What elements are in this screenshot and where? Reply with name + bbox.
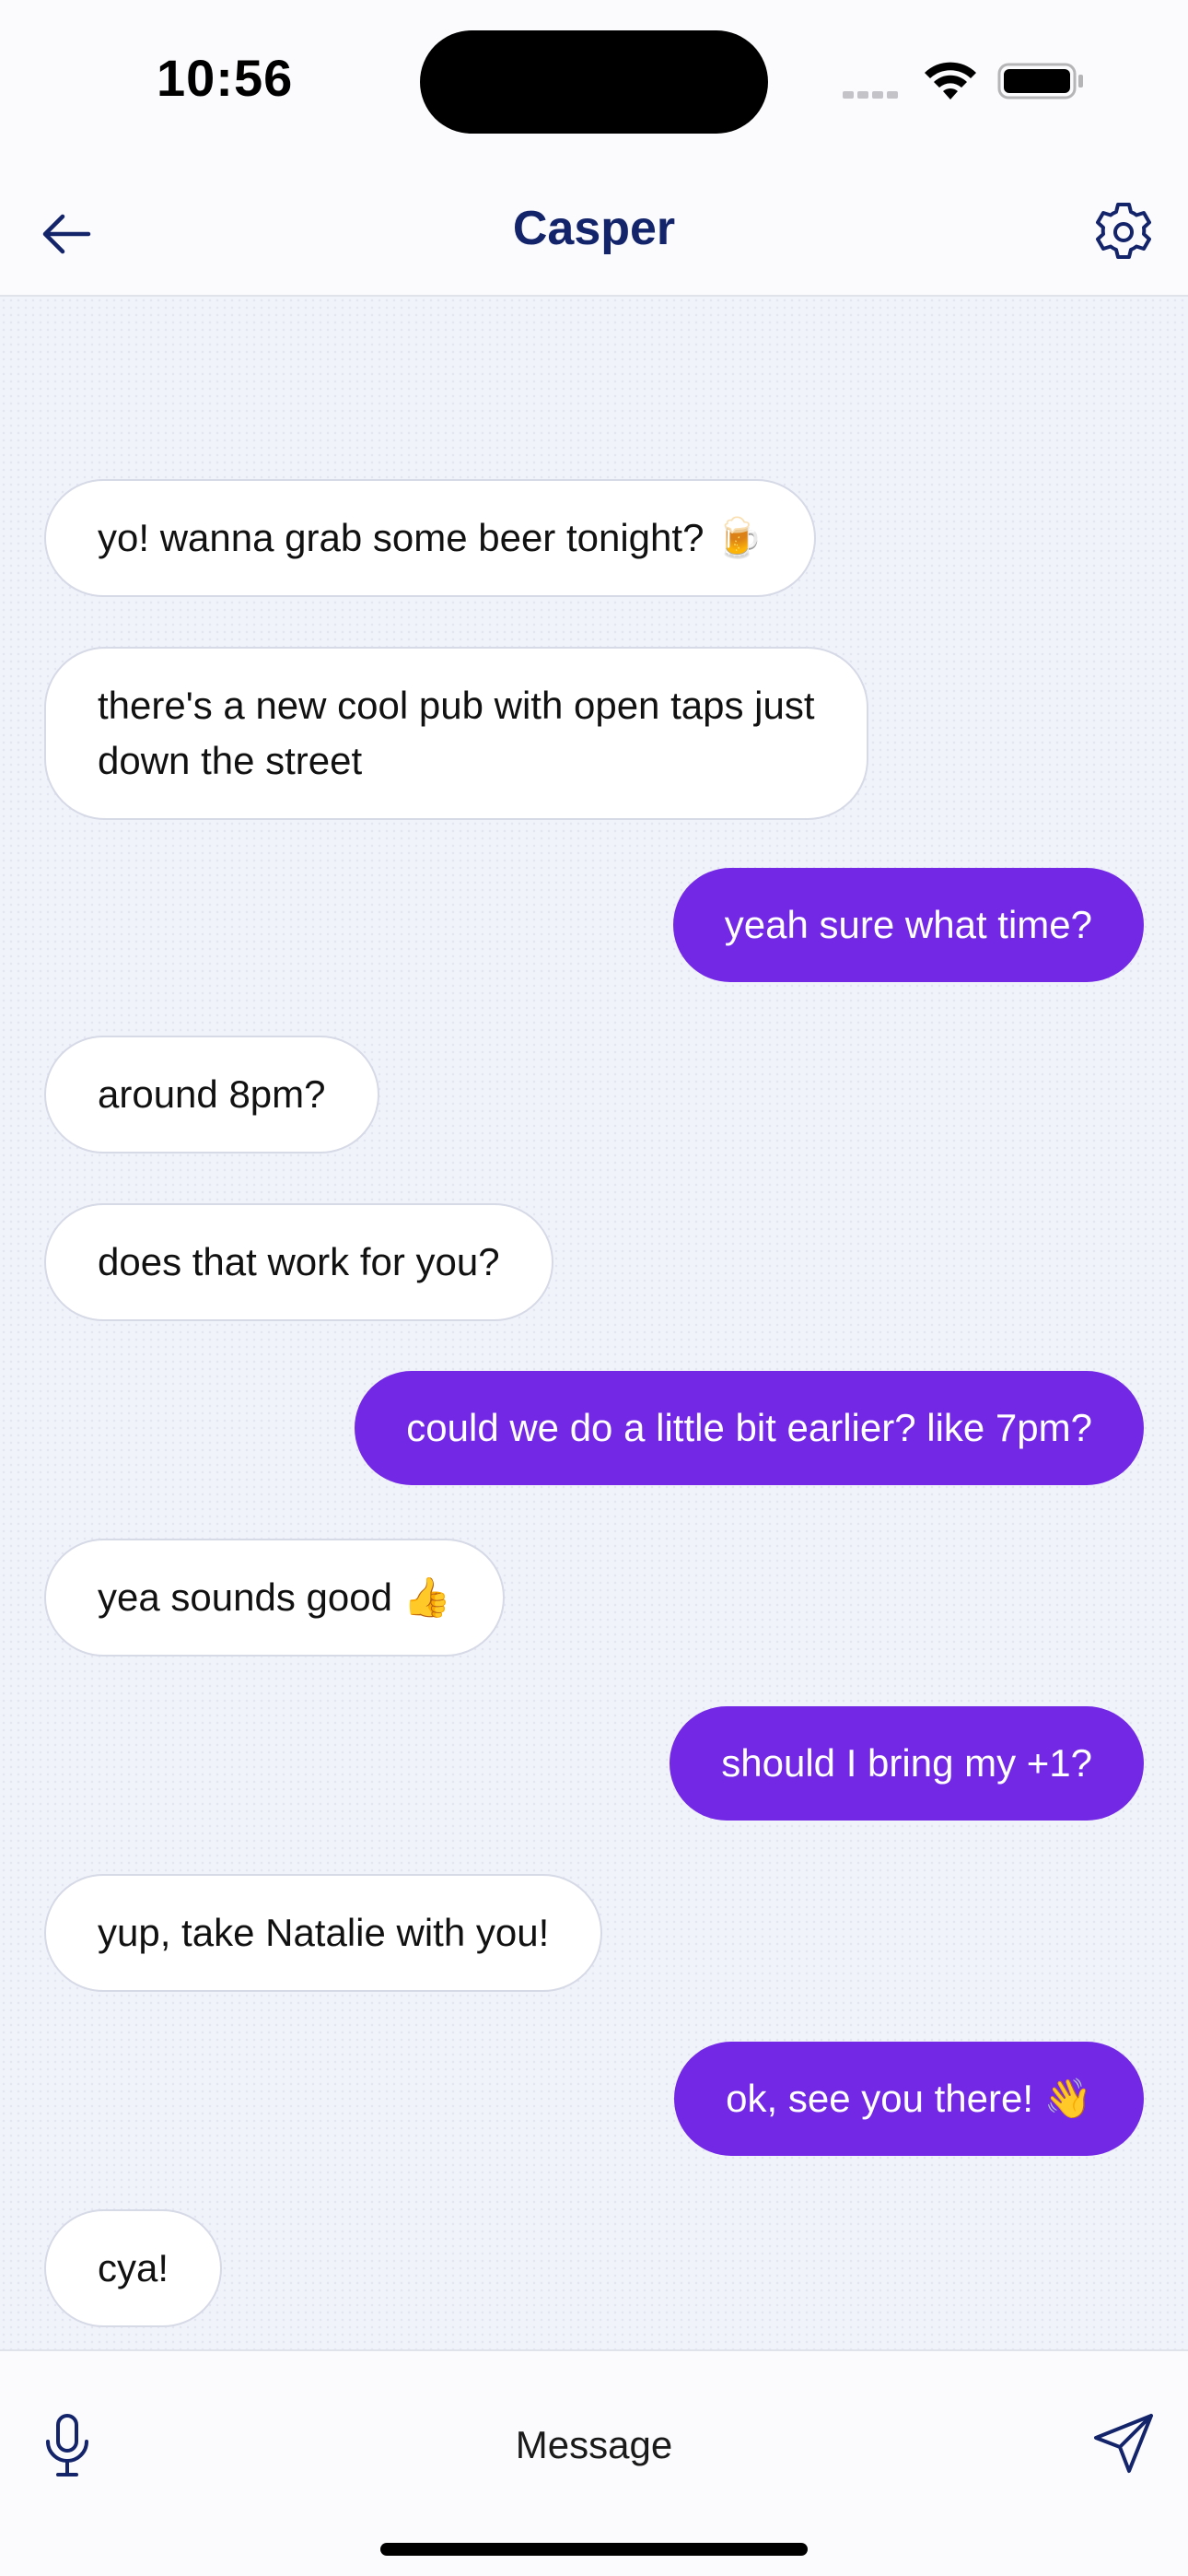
message-input[interactable] — [138, 2399, 1050, 2491]
microphone-icon[interactable] — [41, 2412, 94, 2480]
message-bubble-outgoing: ok, see you there! 👋 — [674, 2042, 1144, 2156]
status-time: 10:56 — [157, 49, 294, 107]
cellular-signal-icon — [843, 87, 907, 99]
message-bubble-incoming: cya! — [44, 2209, 223, 2327]
status-bar: 10:56 — [0, 0, 1188, 166]
message-bubble-incoming: there's a new cool pub with open taps ju… — [44, 647, 868, 820]
message-bubble-incoming: yup, take Natalie with you! — [44, 1874, 603, 1992]
dynamic-island — [420, 30, 768, 134]
message-bubble-outgoing: yeah sure what time? — [672, 868, 1144, 982]
chat-header: Casper — [0, 166, 1188, 297]
battery-icon — [997, 63, 1083, 100]
message-bubble-incoming: yea sounds good 👍 — [44, 1539, 505, 1657]
gear-icon[interactable] — [1090, 199, 1157, 265]
message-bubble-incoming: around 8pm? — [44, 1036, 379, 1153]
paper-plane-icon[interactable] — [1092, 2412, 1155, 2475]
message-list[interactable]: yo! wanna grab some beer tonight? 🍺 ther… — [0, 297, 1188, 2349]
message-bubble-outgoing: should I bring my +1? — [670, 1706, 1144, 1821]
message-bubble-incoming: does that work for you? — [44, 1203, 553, 1321]
contact-name-title: Casper — [512, 202, 676, 255]
wifi-icon — [925, 62, 976, 100]
message-bubble-outgoing: could we do a little bit earlier? like 7… — [355, 1371, 1144, 1485]
message-bubble-incoming: yo! wanna grab some beer tonight? 🍺 — [44, 479, 817, 597]
home-indicator[interactable] — [380, 2543, 808, 2556]
